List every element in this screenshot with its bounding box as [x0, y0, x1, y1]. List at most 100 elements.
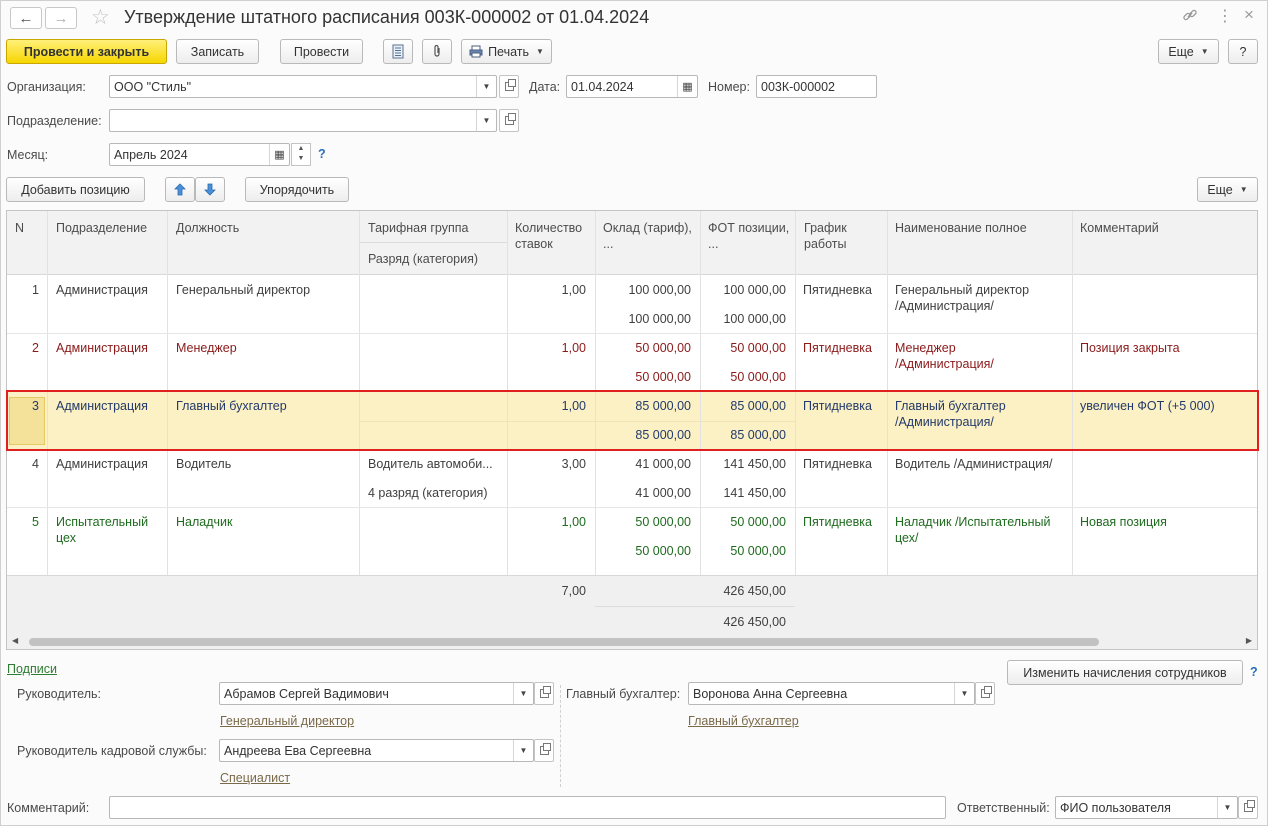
forward-button[interactable]: → [45, 7, 77, 29]
signatures-link[interactable]: Подписи [7, 662, 57, 676]
move-down-button[interactable] [195, 177, 225, 202]
hr-head-field[interactable]: Андреева Ева Сергеевна ▼ [219, 739, 534, 762]
open-chief-accountant-button[interactable] [975, 682, 995, 705]
row-schedule: Пятидневка [803, 283, 872, 297]
col-header-schedule[interactable]: График работы [804, 220, 870, 252]
head-label: Руководитель: [17, 687, 102, 701]
number-value: 003К-000002 [761, 79, 836, 94]
add-position-button[interactable]: Добавить позицию [6, 177, 145, 202]
print-button[interactable]: Печать ▼ [461, 39, 552, 64]
month-help-icon[interactable]: ? [318, 147, 326, 161]
department-field[interactable]: ▼ [109, 109, 497, 132]
more-button[interactable]: Еще ▼ [1158, 39, 1219, 64]
open-responsible-button[interactable] [1238, 796, 1258, 819]
arrow-up-icon [174, 183, 186, 196]
move-up-button[interactable] [165, 177, 195, 202]
organization-field[interactable]: ООО "Стиль" ▼ [109, 75, 497, 98]
help-icon[interactable]: ? [1250, 665, 1258, 679]
post-button[interactable]: Провести [280, 39, 363, 64]
comment-label: Комментарий: [7, 801, 90, 815]
close-icon[interactable]: × [1244, 5, 1254, 25]
col-header-fot[interactable]: ФОТ позиции, ... [708, 220, 796, 252]
total-fot-2: 426 450,00 [723, 615, 786, 629]
stepper-down-icon[interactable]: ▼ [292, 154, 310, 164]
open-icon [504, 79, 516, 91]
chevron-down-icon: ▼ [1239, 185, 1248, 194]
date-field[interactable]: 01.04.2024 ▦ [566, 75, 698, 98]
horizontal-scrollbar[interactable]: ◀ ▶ [7, 635, 1257, 649]
chief-accountant-value: Воронова Анна Сергеевна [693, 686, 848, 701]
scrollbar-thumb[interactable] [29, 638, 1099, 646]
table-more-button[interactable]: Еще ▼ [1197, 177, 1258, 202]
date-value: 01.04.2024 [571, 79, 634, 94]
row-schedule: Пятидневка [803, 341, 872, 355]
more-vertical-icon[interactable]: ⋮ [1217, 6, 1233, 26]
department-label: Подразделение: [7, 114, 102, 128]
change-accruals-button[interactable]: Изменить начисления сотрудников [1007, 660, 1243, 685]
sort-button[interactable]: Упорядочить [245, 177, 349, 202]
post-and-close-button[interactable]: Провести и закрыть [6, 39, 167, 64]
link-icon[interactable] [1182, 7, 1198, 27]
table-header: N Подразделение Должность Тарифная групп… [7, 211, 1257, 275]
head-position-link[interactable]: Генеральный директор [220, 714, 354, 728]
scroll-left-icon[interactable]: ◀ [12, 636, 18, 645]
month-stepper[interactable]: ▲ ▼ [291, 143, 311, 166]
title-bar: ← → ☆ Утверждение штатного расписания 00… [1, 1, 1267, 35]
back-button[interactable]: ← [10, 7, 42, 29]
col-header-fullname[interactable]: Наименование полное [895, 220, 1027, 236]
row-fot-2: 141 450,00 [723, 486, 786, 500]
col-header-salary[interactable]: Оклад (тариф), ... [603, 220, 695, 252]
row-comment: Новая позиция [1080, 515, 1167, 529]
col-header-position[interactable]: Должность [176, 220, 239, 236]
save-button[interactable]: Записать [176, 39, 259, 64]
calendar-icon[interactable]: ▦ [677, 76, 697, 97]
row-fullname: Наладчик /Испытательный [895, 515, 1051, 529]
chevron-down-icon[interactable]: ▼ [513, 740, 533, 761]
chief-accountant-field[interactable]: Воронова Анна Сергеевна ▼ [688, 682, 975, 705]
col-header-n[interactable]: N [15, 220, 24, 236]
chevron-down-icon[interactable]: ▼ [954, 683, 974, 704]
chevron-down-icon[interactable]: ▼ [513, 683, 533, 704]
col-header-tariff-group[interactable]: Тарифная группа [368, 220, 468, 236]
col-header-comment[interactable]: Комментарий [1080, 220, 1159, 236]
chevron-down-icon[interactable]: ▼ [476, 76, 496, 97]
paperclip-icon [434, 44, 440, 57]
hr-head-label: Руководитель кадровой службы: [17, 744, 207, 758]
attach-button[interactable] [422, 39, 452, 64]
col-header-rates[interactable]: Количество ставок [515, 220, 597, 252]
col-header-department[interactable]: Подразделение [56, 220, 147, 236]
row-number: 2 [32, 341, 39, 355]
favorite-star-icon[interactable]: ☆ [91, 5, 110, 30]
chevron-down-icon[interactable]: ▼ [1217, 797, 1237, 818]
chevron-down-icon[interactable]: ▼ [476, 110, 496, 131]
open-icon [1243, 800, 1255, 812]
comment-field[interactable] [109, 796, 946, 819]
open-head-button[interactable] [534, 682, 554, 705]
col-header-rank[interactable]: Разряд (категория) [368, 251, 478, 267]
chief-accountant-position-link[interactable]: Главный бухгалтер [688, 714, 799, 728]
hr-head-position-link[interactable]: Специалист [220, 771, 290, 785]
number-field[interactable]: 003К-000002 [756, 75, 877, 98]
report-button[interactable] [383, 39, 413, 64]
row-comment: Позиция закрыта [1080, 341, 1180, 355]
head-field[interactable]: Абрамов Сергей Вадимович ▼ [219, 682, 534, 705]
more-label: Еще [1168, 44, 1194, 59]
responsible-field[interactable]: ФИО пользователя ▼ [1055, 796, 1238, 819]
scroll-right-icon[interactable]: ▶ [1246, 636, 1252, 645]
open-hr-head-button[interactable] [534, 739, 554, 762]
open-icon [539, 686, 551, 698]
calendar-icon[interactable]: ▦ [269, 144, 289, 165]
open-organization-button[interactable] [499, 75, 519, 98]
total-fot: 426 450,00 [723, 584, 786, 598]
chief-accountant-label: Главный бухгалтер: [566, 687, 681, 701]
row-fot: 141 450,00 [723, 457, 786, 471]
month-field[interactable]: Апрель 2024 ▦ [109, 143, 290, 166]
stepper-up-icon[interactable]: ▲ [292, 144, 310, 154]
row-salary: 50 000,00 [635, 341, 691, 355]
row-rank: 4 разряд (категория) [368, 486, 488, 500]
row-salary-2: 41 000,00 [635, 486, 691, 500]
row-fullname: Генеральный директор [895, 283, 1030, 297]
help-button[interactable]: ? [1228, 39, 1258, 64]
row-fot-2: 50 000,00 [730, 370, 786, 384]
open-department-button[interactable] [499, 109, 519, 132]
